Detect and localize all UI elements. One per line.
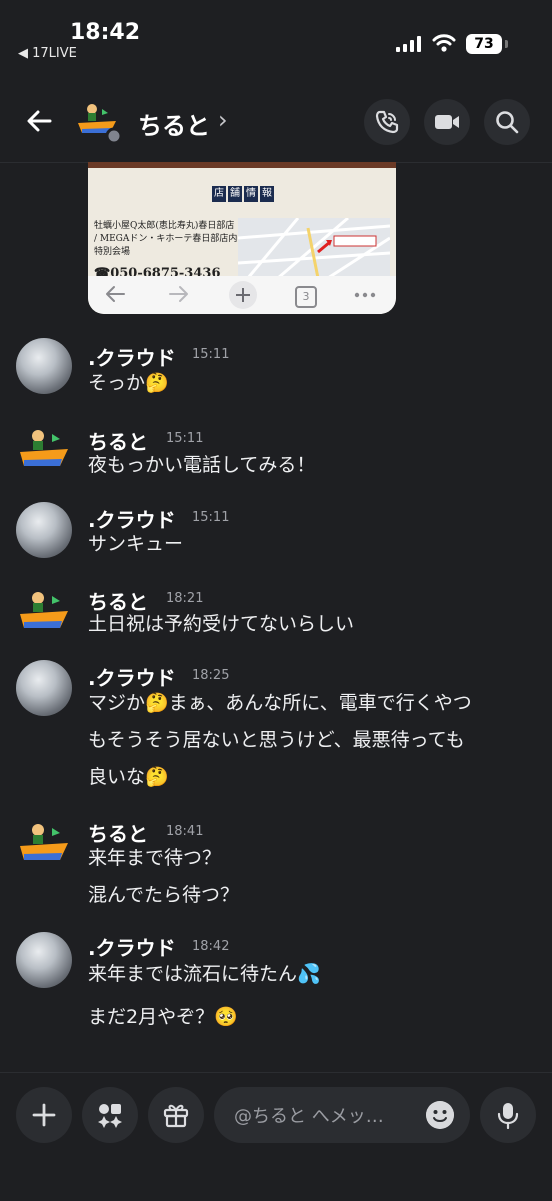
- message-timestamp: 15:11: [192, 347, 230, 362]
- gift-button[interactable]: [148, 1087, 204, 1143]
- store-info-char: 店: [212, 186, 226, 202]
- search-button[interactable]: [484, 99, 530, 145]
- channel-avatar[interactable]: [76, 101, 122, 145]
- message-text: まだ2月やぞ？🥺: [88, 1006, 238, 1028]
- microphone-icon: [497, 1103, 519, 1129]
- message-timestamp: 18:41: [166, 824, 204, 839]
- message-timestamp: 18:42: [192, 939, 230, 954]
- image-attachment[interactable]: 店 舗 情 報 牡蠣小屋Q太郎(恵比寿丸)春日部店 / MEGAドン・キホーテ春…: [88, 162, 396, 314]
- map-thumbnail: [238, 218, 390, 278]
- message-input-container[interactable]: [214, 1087, 470, 1145]
- message-text: 夜もっかい電話してみる！: [88, 454, 316, 476]
- message-text: 良いな🤔: [88, 766, 169, 788]
- apps-button[interactable]: [82, 1087, 138, 1143]
- store-info-heading: 店 舗 情 報: [212, 186, 274, 202]
- video-call-button[interactable]: [424, 99, 470, 145]
- message-text: そっか🤔: [88, 372, 169, 394]
- browser-more-icon[interactable]: [354, 292, 376, 298]
- cellular-signal-icon: [396, 36, 421, 52]
- add-attachment-button[interactable]: [16, 1087, 72, 1143]
- message-text: 土日祝は予約受けてないらしい: [88, 613, 355, 635]
- video-camera-icon: [435, 115, 459, 129]
- message-text: 来年まで待つ？: [88, 847, 222, 869]
- avatar[interactable]: [16, 932, 72, 988]
- chat-header: ちると ›: [0, 80, 552, 163]
- avatar[interactable]: [16, 502, 72, 558]
- message-timestamp: 15:11: [192, 510, 230, 525]
- browser-tab-count[interactable]: 3: [295, 286, 317, 308]
- phone-icon: [375, 110, 399, 134]
- avatar[interactable]: [16, 584, 72, 640]
- message-text: マジか🤔まぁ、あんな所に、電車で行くやつ: [88, 692, 472, 714]
- message-timestamp: 15:11: [166, 431, 204, 446]
- avatar[interactable]: [16, 338, 72, 394]
- message-composer: [0, 1072, 552, 1201]
- voice-call-button[interactable]: [364, 99, 410, 145]
- sparkle-apps-icon: [98, 1104, 122, 1128]
- back-to-app-link[interactable]: ◀ 17LIVE: [18, 46, 77, 61]
- store-info-char: 報: [260, 186, 274, 202]
- avatar[interactable]: [16, 660, 72, 716]
- message-timestamp: 18:21: [166, 591, 204, 606]
- battery-indicator: 73: [466, 34, 502, 54]
- status-time: 18:42: [70, 20, 141, 45]
- browser-toolbar: 3: [88, 276, 396, 314]
- message-input[interactable]: [232, 1087, 426, 1145]
- browser-back-icon[interactable]: [104, 284, 126, 304]
- browser-forward-icon[interactable]: [168, 284, 190, 304]
- store-info-char: 情: [244, 186, 258, 202]
- plus-icon: [32, 1103, 56, 1127]
- message-timestamp: 18:25: [192, 668, 230, 683]
- search-icon: [496, 111, 519, 134]
- avatar[interactable]: [16, 816, 72, 872]
- message-text: サンキュー: [88, 533, 184, 555]
- emoji-picker-icon[interactable]: [426, 1101, 454, 1129]
- wifi-icon: [432, 34, 456, 52]
- message-text: もそうそう居ないと思うけど、最悪待っても: [88, 729, 465, 751]
- store-address-text: 牡蠣小屋Q太郎(恵比寿丸)春日部店 / MEGAドン・キホーテ春日部店内 特別会…: [94, 221, 238, 257]
- message-text: 来年までは流石に待たん💦: [88, 963, 321, 985]
- status-bar: 18:42 ◀ 17LIVE 73: [0, 0, 552, 80]
- channel-title[interactable]: ちると: [138, 106, 210, 141]
- chevron-right-icon[interactable]: ›: [218, 106, 228, 134]
- battery-cap: [505, 40, 508, 48]
- store-info-char: 舗: [228, 186, 242, 202]
- avatar[interactable]: [16, 422, 72, 478]
- browser-new-tab-icon[interactable]: [228, 280, 258, 310]
- voice-message-button[interactable]: [480, 1087, 536, 1143]
- back-arrow-icon[interactable]: [22, 104, 56, 138]
- gift-icon: [163, 1104, 189, 1128]
- message-text: 混んでたら待つ？: [88, 884, 240, 906]
